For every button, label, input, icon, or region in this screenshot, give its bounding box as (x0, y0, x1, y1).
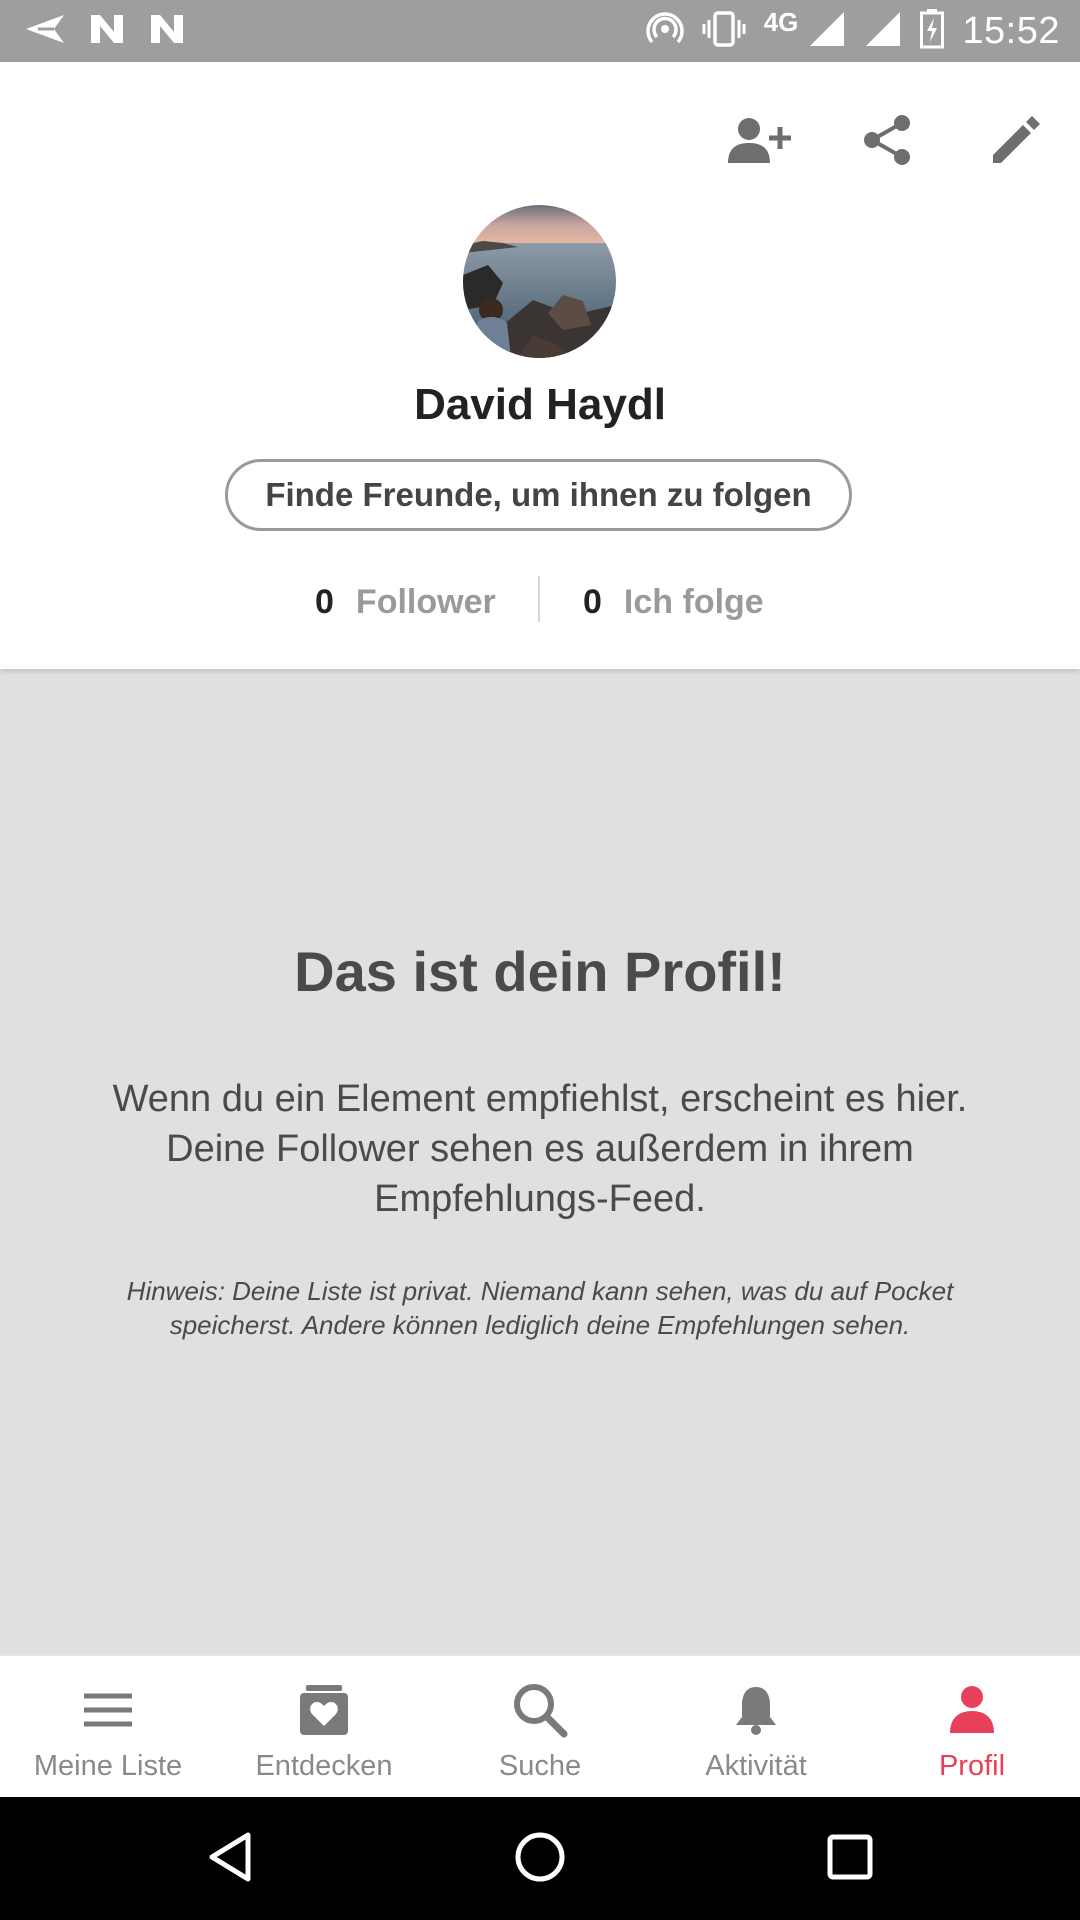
back-icon (206, 1831, 254, 1888)
empty-state-title: Das ist dein Profil! (294, 940, 786, 1003)
hotspot-icon (646, 10, 684, 53)
follow-counts: 0 Follower 0 Ich folge (0, 572, 1080, 632)
nav-suche[interactable]: Suche (432, 1656, 648, 1798)
nav-label: Suche (498, 1750, 582, 1782)
nav-profil[interactable]: Profil (864, 1656, 1080, 1798)
system-navigation-bar (0, 1797, 1080, 1920)
signal-icon (808, 10, 846, 53)
followers-count[interactable]: 0 Follower (315, 572, 496, 632)
nav-label: Meine Liste (33, 1750, 183, 1782)
status-bar: 4G 15:52 (0, 0, 1080, 62)
edit-pencil-icon (991, 115, 1041, 170)
vibrate-icon (702, 10, 746, 53)
nav-meine-liste[interactable]: Meine Liste (0, 1656, 216, 1798)
nav-entdecken[interactable]: Entdecken (216, 1656, 432, 1798)
following-label: Ich folge (623, 582, 764, 621)
battery-charging-icon (920, 8, 945, 54)
profile-header: David Haydl Finde Freunde, um ihnen zu f… (0, 62, 1080, 669)
add-friend-button[interactable] (720, 102, 800, 182)
person-icon (942, 1682, 1002, 1738)
count-divider (538, 576, 540, 622)
share-button[interactable] (847, 102, 927, 182)
edit-profile-button[interactable] (976, 102, 1056, 182)
add-user-icon (728, 115, 792, 170)
clock: 15:52 (962, 9, 1060, 52)
signal-icon (864, 10, 902, 53)
n-notification-icon (148, 12, 186, 51)
nav-label: Aktivität (705, 1750, 807, 1782)
back-button[interactable] (198, 1827, 262, 1891)
share-icon (862, 114, 912, 171)
paper-plane-icon (24, 12, 66, 51)
followers-label: Follower (355, 582, 496, 621)
nav-label: Profil (938, 1750, 1006, 1782)
home-button[interactable] (508, 1827, 572, 1891)
bell-icon (726, 1682, 786, 1738)
following-number: 0 (583, 582, 602, 621)
empty-state-body: Wenn du ein Element empfiehlst, erschein… (112, 1078, 968, 1220)
profile-content: Das ist dein Profil! Wenn du ein Element… (0, 669, 1080, 1655)
n-notification-icon (88, 12, 126, 51)
list-icon (78, 1682, 138, 1738)
following-count[interactable]: 0 Ich folge (583, 572, 764, 632)
search-icon (510, 1682, 570, 1738)
avatar[interactable] (463, 205, 616, 358)
home-icon (514, 1831, 566, 1888)
nav-aktivitaet[interactable]: Aktivität (648, 1656, 864, 1798)
recents-icon (827, 1834, 873, 1885)
profile-name: David Haydl (414, 380, 666, 429)
header-actions (0, 102, 1080, 182)
discover-heart-icon (294, 1682, 354, 1738)
find-friends-button[interactable]: Finde Freunde, um ihnen zu folgen (225, 459, 852, 531)
recents-button[interactable] (818, 1827, 882, 1891)
followers-number: 0 (315, 582, 334, 621)
nav-label: Entdecken (255, 1750, 393, 1782)
network-type: 4G (763, 6, 799, 37)
empty-state-note: Hinweis: Deine Liste ist privat. Niemand… (126, 1276, 954, 1340)
bottom-navigation: Meine Liste Entdecken Suche Aktivität Pr… (0, 1655, 1080, 1798)
